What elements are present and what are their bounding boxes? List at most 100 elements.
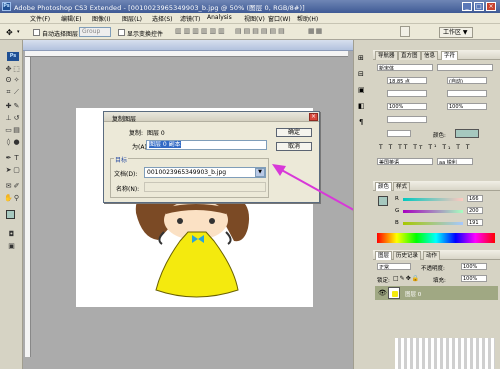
eye-icon[interactable]: 👁 bbox=[378, 289, 387, 297]
show-transform-checkbox[interactable] bbox=[118, 29, 125, 36]
doc-select[interactable]: 0010023965349903_b.jpg bbox=[144, 167, 266, 178]
history-brush-icon[interactable]: ↺ bbox=[12, 114, 21, 123]
fg-color-chip[interactable] bbox=[378, 196, 388, 206]
baseline-shift-input[interactable] bbox=[387, 130, 411, 137]
screen-mode-icon[interactable]: ▣ bbox=[7, 242, 16, 251]
g-value[interactable]: 200 bbox=[467, 207, 483, 214]
font-style-select[interactable] bbox=[437, 64, 493, 71]
magic-wand-icon[interactable]: ✧ bbox=[12, 76, 21, 85]
tab-navigator[interactable]: 导航器 bbox=[375, 51, 398, 60]
tab-actions[interactable]: 动作 bbox=[423, 251, 441, 260]
menu-select[interactable]: 选择(S) bbox=[152, 14, 173, 23]
brush-palette-icon[interactable] bbox=[400, 26, 410, 37]
layer-name: 图层 0 bbox=[405, 292, 422, 298]
leading-input[interactable]: (自动) bbox=[447, 77, 487, 84]
tab-history[interactable]: 历史记录 bbox=[393, 251, 422, 260]
menu-filter[interactable]: 滤镜(T) bbox=[180, 14, 200, 23]
panel-icon-2[interactable]: ⊟ bbox=[358, 70, 364, 78]
move-tool-icon[interactable]: ✥ bbox=[6, 28, 13, 37]
baseline-input[interactable] bbox=[387, 116, 427, 123]
tool-preset-arrow-icon[interactable]: ▾ bbox=[17, 29, 20, 35]
copy-value: 图层 0 bbox=[147, 130, 165, 137]
horizontal-scale-input[interactable]: 100% bbox=[447, 103, 487, 110]
lock-label: 锁定: bbox=[377, 278, 390, 284]
close-button[interactable]: × bbox=[486, 2, 496, 11]
font-size-input[interactable]: 18.85 点 bbox=[387, 77, 427, 84]
tab-histogram[interactable]: 直方图 bbox=[398, 51, 421, 60]
menu-analysis[interactable]: Analysis bbox=[207, 14, 232, 21]
ps-logo-icon: Ps bbox=[7, 52, 19, 61]
align-icons[interactable]: ▥▥▥▥▥▥ bbox=[175, 27, 227, 35]
tab-character[interactable]: 字符 bbox=[441, 51, 459, 60]
text-style-buttons[interactable]: T T TT Tт T¹ T₁ T T bbox=[379, 144, 472, 151]
marquee-tool-icon[interactable]: ⬚ bbox=[12, 65, 21, 74]
r-value[interactable]: 166 bbox=[467, 195, 483, 202]
workspace-button[interactable]: 工作区 ▼ bbox=[439, 27, 473, 38]
panel-icon-4[interactable]: ◧ bbox=[358, 102, 365, 110]
menu-file[interactable]: 文件(F) bbox=[30, 14, 50, 23]
panel-icon-3[interactable]: ▣ bbox=[358, 86, 365, 94]
b-value[interactable]: 191 bbox=[467, 219, 483, 226]
menu-edit[interactable]: 编辑(E) bbox=[61, 14, 81, 23]
opacity-input[interactable]: 100% bbox=[461, 263, 487, 270]
auto-select-dropdown[interactable]: Group bbox=[79, 27, 111, 37]
shape-tool-icon[interactable]: ▢ bbox=[12, 166, 21, 175]
layer-row[interactable]: 👁 图层 0 bbox=[375, 286, 498, 300]
menu-help[interactable]: 帮助(H) bbox=[297, 14, 318, 23]
anti-alias-select[interactable]: aa 锐利 bbox=[437, 158, 473, 165]
type-tool-icon[interactable]: T bbox=[12, 154, 21, 163]
as-input[interactable]: 图层 0 副本 bbox=[146, 140, 267, 150]
menu-layer[interactable]: 图层(L) bbox=[122, 14, 142, 23]
vertical-scale-input[interactable]: 100% bbox=[387, 103, 427, 110]
doc-label: 文档(D): bbox=[114, 171, 138, 178]
ok-button[interactable]: 确定 bbox=[276, 128, 312, 137]
eyedropper-icon[interactable]: ✐ bbox=[12, 182, 21, 191]
photoshop-logo-icon: Ps bbox=[2, 2, 11, 11]
r-channel-label: R bbox=[395, 196, 399, 202]
distribute-icons[interactable]: ▤▤▤▤▤▤ bbox=[235, 27, 287, 35]
dodge-tool-icon[interactable]: ● bbox=[12, 138, 21, 147]
text-color-swatch[interactable] bbox=[455, 129, 479, 138]
language-select[interactable]: 美国英语 bbox=[377, 158, 433, 165]
menu-image[interactable]: 图像(I) bbox=[92, 14, 110, 23]
chevron-down-icon[interactable]: ▼ bbox=[255, 168, 265, 177]
tab-swatches[interactable]: 样式 bbox=[393, 182, 411, 191]
brush-tool-icon[interactable]: ✎ bbox=[12, 102, 21, 111]
lock-icons[interactable]: □✎✥🔒 bbox=[393, 275, 420, 282]
gradient-tool-icon[interactable]: ▤ bbox=[12, 126, 21, 135]
slice-tool-icon[interactable]: ⟋ bbox=[12, 88, 21, 97]
menu-view[interactable]: 视图(V) bbox=[244, 14, 265, 23]
tools-panel: Ps ✥ ⬚ ʘ ✧ ⌗ ⟋ ✚ ✎ ⊥ ↺ ▭ ▤ ◊ ● ✒ T ➤ ▢ ✉… bbox=[0, 40, 23, 369]
minimize-button[interactable]: _ bbox=[462, 2, 472, 11]
kerning-input[interactable] bbox=[387, 90, 427, 97]
auto-select-checkbox[interactable] bbox=[33, 29, 40, 36]
tab-layers[interactable]: 图层 bbox=[375, 251, 393, 260]
tracking-input[interactable] bbox=[447, 90, 487, 97]
g-slider[interactable] bbox=[403, 210, 463, 213]
dialog-title-bar: 复制图层 × bbox=[104, 112, 319, 123]
fill-input[interactable]: 100% bbox=[461, 275, 487, 282]
font-family-select[interactable]: 新宋体 bbox=[377, 64, 433, 71]
color-spectrum-bar[interactable] bbox=[377, 233, 495, 243]
tab-info[interactable]: 信息 bbox=[421, 51, 439, 60]
target-group-label: 目标 bbox=[114, 155, 129, 164]
panel-icon-1[interactable]: ⊞ bbox=[358, 54, 364, 62]
zoom-tool-icon[interactable]: ⚲ bbox=[12, 194, 21, 203]
blend-mode-select[interactable]: 正常 bbox=[377, 263, 411, 270]
r-slider[interactable] bbox=[403, 198, 463, 201]
menu-window[interactable]: 窗口(W) bbox=[268, 14, 291, 23]
foreground-color-swatch[interactable] bbox=[6, 210, 15, 219]
tab-color[interactable]: 颜色 bbox=[375, 182, 393, 191]
dialog-close-icon[interactable]: × bbox=[309, 113, 318, 121]
cancel-button[interactable]: 取消 bbox=[276, 142, 312, 151]
fill-label: 填充: bbox=[433, 278, 446, 284]
dialog-title: 复制图层 bbox=[112, 116, 137, 123]
quick-mask-icon[interactable]: ◘ bbox=[7, 230, 16, 239]
maximize-button[interactable]: □ bbox=[474, 2, 484, 11]
distribute-more-icons[interactable]: ▦▦ bbox=[308, 27, 323, 35]
b-slider[interactable] bbox=[403, 222, 463, 225]
name-input[interactable] bbox=[144, 182, 266, 192]
layer-thumbnail bbox=[388, 287, 400, 299]
paragraph-icon[interactable]: ¶ bbox=[359, 118, 363, 126]
auto-select-label: 自动选择图层 bbox=[42, 31, 79, 38]
